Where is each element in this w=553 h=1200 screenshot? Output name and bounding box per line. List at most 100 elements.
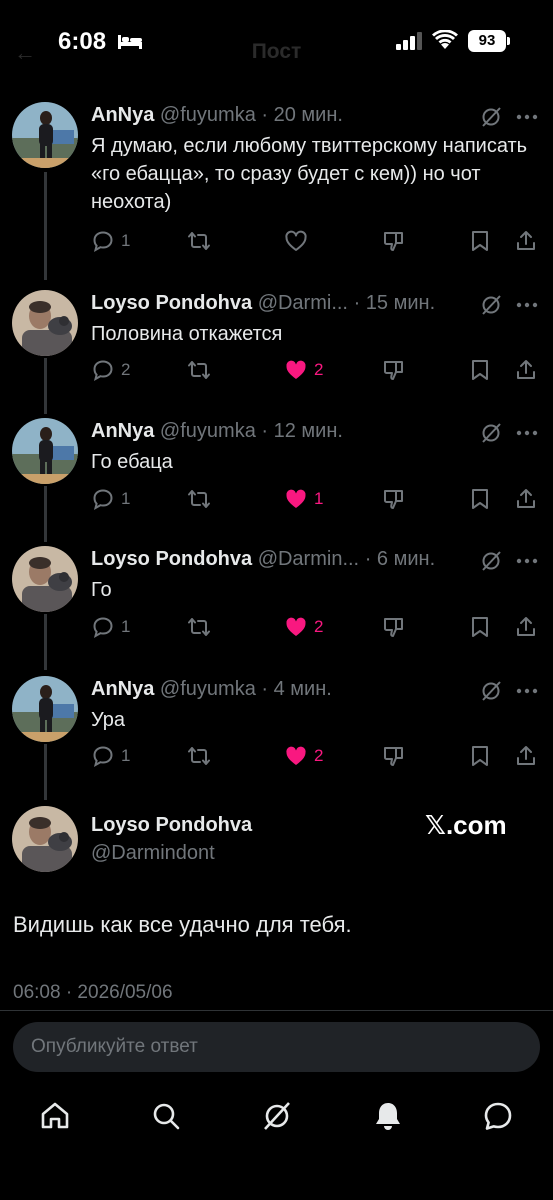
display-name[interactable]: Loyso Pondohva [91, 814, 252, 837]
retweet-button[interactable] [187, 357, 211, 383]
grok-icon[interactable] [480, 106, 502, 128]
bookmark-button[interactable] [468, 486, 492, 512]
share-icon [517, 231, 535, 250]
tweet[interactable]: Loyso Pondohva @Darmi... · 15 мин. Полов… [0, 290, 553, 400]
reply-button[interactable]: 2 [91, 357, 130, 383]
tweet-text: Го [91, 579, 112, 601]
reply-count: 1 [121, 617, 131, 636]
handle[interactable]: @Darmindont [91, 842, 215, 865]
battery-level: 93 [468, 30, 506, 52]
handle[interactable]: @fuyumka [160, 678, 256, 700]
tweet[interactable]: Loyso Pondohva @Darmin... · 6 мин. Го 1 … [0, 546, 553, 656]
timestamp[interactable]: 15 мин. [366, 292, 435, 314]
retweet-button[interactable] [187, 228, 211, 254]
tab-notifications[interactable] [372, 1100, 404, 1132]
retweet-icon [188, 361, 210, 379]
grok-icon[interactable] [480, 422, 502, 444]
tab-messages[interactable] [482, 1100, 514, 1132]
tab-home[interactable] [39, 1100, 71, 1132]
reply-button[interactable]: 1 [91, 614, 130, 640]
reply-button[interactable]: 1 [91, 228, 130, 254]
avatar[interactable] [12, 546, 78, 612]
display-name[interactable]: AnNya [91, 678, 154, 700]
share-button[interactable] [514, 357, 538, 383]
share-button[interactable] [514, 614, 538, 640]
reply-count: 1 [121, 231, 131, 250]
bookmark-icon [472, 617, 488, 637]
retweet-button[interactable] [187, 486, 211, 512]
separator: · [261, 678, 269, 700]
timestamp[interactable]: 12 мин. [274, 420, 343, 442]
avatar[interactable] [12, 290, 78, 356]
dislike-icon [384, 747, 403, 766]
grok-icon[interactable] [480, 294, 502, 316]
avatar[interactable] [12, 418, 78, 484]
reply-button[interactable]: 1 [91, 743, 130, 769]
retweet-button[interactable] [187, 743, 211, 769]
avatar[interactable] [12, 806, 78, 872]
grok-icon [264, 1102, 290, 1130]
like-count: 2 [314, 360, 324, 379]
retweet-button[interactable] [187, 614, 211, 640]
avatar-annya-image [12, 102, 78, 168]
display-name[interactable]: AnNya [91, 104, 154, 126]
messages-icon [484, 1102, 512, 1130]
views-button[interactable] [382, 357, 406, 383]
reply-button[interactable]: 1 [91, 486, 130, 512]
share-button[interactable] [514, 486, 538, 512]
tweet-actions: 1 2 [91, 614, 541, 640]
handle[interactable]: @Darmin... [258, 548, 359, 570]
handle[interactable]: @fuyumka [160, 104, 256, 126]
retweet-icon [188, 490, 210, 508]
reply-input[interactable]: Опубликуйте ответ [13, 1022, 540, 1072]
more-icon[interactable] [516, 114, 538, 120]
like-button[interactable] [284, 228, 308, 254]
grok-icon[interactable] [480, 680, 502, 702]
more-icon[interactable] [516, 688, 538, 694]
like-button[interactable]: 1 [284, 486, 323, 512]
retweet-icon [188, 618, 210, 636]
handle[interactable]: @fuyumka [160, 420, 256, 442]
views-button[interactable] [382, 614, 406, 640]
separator: · [364, 548, 372, 570]
display-name[interactable]: Loyso Pondohva [91, 548, 252, 570]
tweet[interactable]: AnNya @fuyumka · 20 мин. Я думаю, если л… [0, 102, 553, 262]
tab-grok[interactable] [261, 1100, 293, 1132]
display-name[interactable]: AnNya [91, 420, 154, 442]
home-icon [41, 1102, 69, 1129]
like-button[interactable]: 2 [284, 614, 323, 640]
tweet[interactable]: AnNya @fuyumka · 12 мин. Го ебаца 1 1 [0, 418, 553, 528]
timestamp[interactable]: 20 мин. [274, 104, 343, 126]
more-icon[interactable] [516, 558, 538, 564]
tweet-text: Ура [91, 709, 126, 731]
tab-bar [0, 1094, 553, 1144]
separator: · [353, 292, 361, 314]
bookmark-button[interactable] [468, 743, 492, 769]
more-icon[interactable] [516, 430, 538, 436]
tab-search[interactable] [150, 1100, 182, 1132]
bookmark-button[interactable] [468, 614, 492, 640]
tweet[interactable]: AnNya @fuyumka · 4 мин. Ура 1 2 [0, 676, 553, 786]
like-button[interactable]: 2 [284, 357, 323, 383]
reply-placeholder: Опубликуйте ответ [31, 1036, 198, 1057]
avatar[interactable] [12, 676, 78, 742]
status-bar: 6:08 ← Пост 93 [0, 0, 553, 86]
grok-icon[interactable] [480, 550, 502, 572]
like-count: 2 [314, 746, 324, 765]
avatar[interactable] [12, 102, 78, 168]
bookmark-button[interactable] [468, 357, 492, 383]
display-name[interactable]: Loyso Pondohva [91, 292, 252, 314]
views-button[interactable] [382, 486, 406, 512]
timestamp[interactable]: 6 мин. [377, 548, 435, 570]
bookmark-button[interactable] [468, 228, 492, 254]
timestamp[interactable]: 4 мин. [274, 678, 332, 700]
like-button[interactable]: 2 [284, 743, 323, 769]
views-button[interactable] [382, 228, 406, 254]
share-button[interactable] [514, 743, 538, 769]
views-button[interactable] [382, 743, 406, 769]
share-button[interactable] [514, 228, 538, 254]
reply-count: 1 [121, 746, 131, 765]
heart-icon [285, 230, 307, 251]
more-icon[interactable] [516, 302, 538, 308]
handle[interactable]: @Darmi... [258, 292, 348, 314]
